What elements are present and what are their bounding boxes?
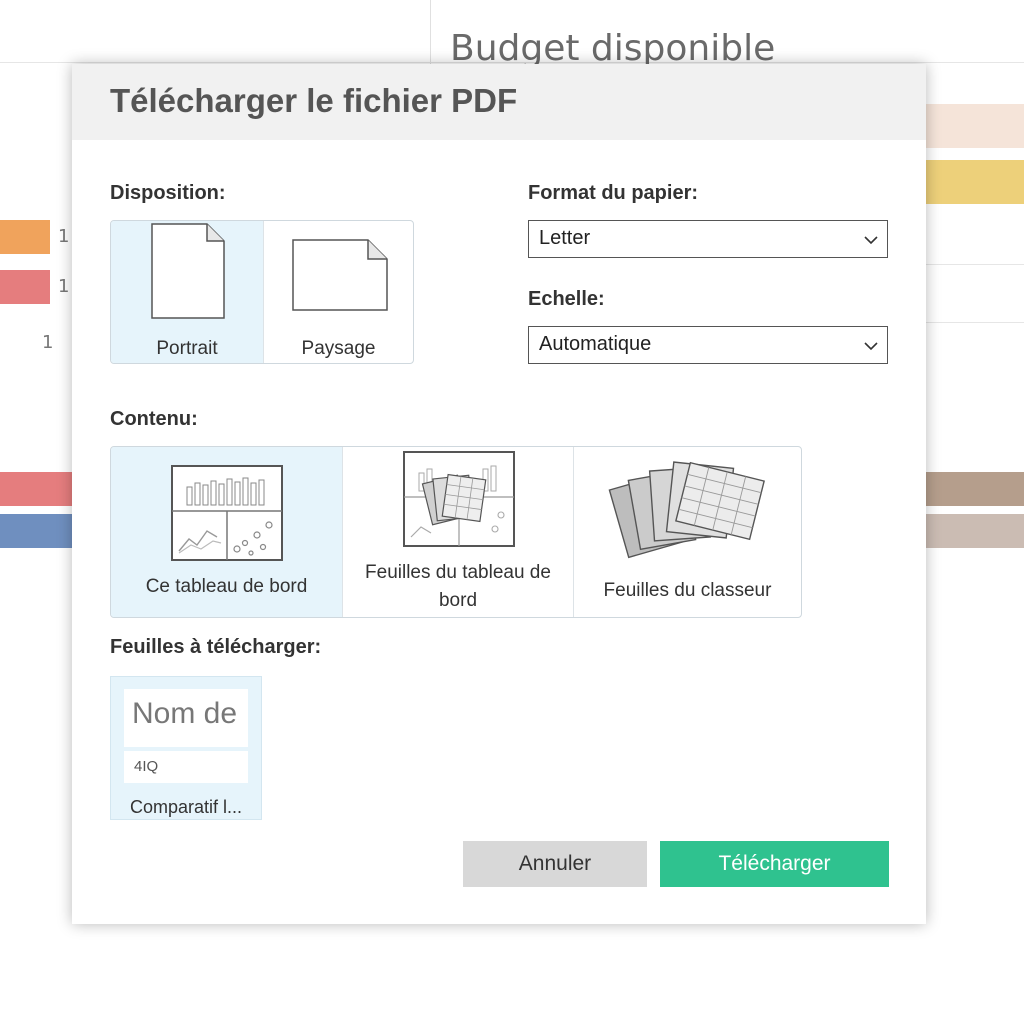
- sheet-thumbnail[interactable]: Nom de 4IQ Comparatif l...: [110, 676, 262, 820]
- bg-bar-brown: [926, 472, 1024, 506]
- dashboard-sheets-icon: [403, 451, 515, 547]
- sheet-preview-subtitle: 4IQ: [134, 758, 159, 775]
- bg-divider-vertical: [430, 0, 431, 64]
- bg-bar-red: [0, 270, 50, 304]
- sheets-to-download-label: Feuilles à télécharger:: [110, 636, 322, 658]
- landscape-page-icon: [292, 239, 388, 311]
- chevron-down-icon: [864, 236, 878, 245]
- sheet-thumbnail-caption: Comparatif l...: [129, 797, 243, 817]
- scale-label: Echelle:: [528, 288, 605, 310]
- bg-row-number: 1: [58, 276, 70, 297]
- layout-option-portrait[interactable]: Portrait: [111, 221, 263, 363]
- content-option-dashboard-sheets-label-1: Feuilles du tableau de: [365, 562, 551, 583]
- pdf-download-dialog: Télécharger le fichier PDF Disposition: …: [72, 64, 926, 924]
- sheet-preview-title: Nom de: [132, 697, 238, 730]
- layout-options: Portrait Paysage: [110, 220, 414, 364]
- download-button[interactable]: Télécharger: [660, 841, 889, 887]
- content-label: Contenu:: [110, 408, 198, 430]
- scale-value: Automatique: [539, 333, 652, 355]
- layout-option-landscape-label: Paysage: [301, 338, 376, 359]
- chevron-down-icon: [864, 342, 878, 351]
- layout-label: Disposition:: [110, 182, 226, 204]
- portrait-page-icon: [151, 223, 225, 319]
- paper-size-value: Letter: [539, 227, 591, 249]
- sheet-thumbnail-preview-bottom: 4IQ: [124, 751, 248, 783]
- paper-size-label: Format du papier:: [528, 182, 699, 204]
- content-option-dashboard-sheets-label-2: bord: [438, 590, 478, 611]
- scale-select[interactable]: Automatique: [528, 326, 888, 364]
- content-option-this-dashboard-label: Ce tableau de bord: [145, 576, 308, 597]
- content-option-dashboard-sheets[interactable]: Feuilles du tableau de bord: [342, 447, 573, 617]
- bg-bar-taupe: [926, 514, 1024, 548]
- layout-option-landscape[interactable]: Paysage: [263, 221, 413, 363]
- sheet-thumbnail-preview-top: Nom de: [124, 689, 248, 747]
- workbook-sheets-icon: [608, 461, 765, 559]
- bg-row-line: [920, 322, 1024, 323]
- bg-bar-blue-wide: [0, 514, 72, 548]
- bg-bar-peach: [920, 104, 1024, 148]
- bg-row-number: 1: [58, 226, 70, 247]
- content-option-this-dashboard[interactable]: Ce tableau de bord: [111, 447, 342, 617]
- dialog-title: Télécharger le fichier PDF: [110, 82, 518, 119]
- bg-row-line: [920, 264, 1024, 265]
- bg-chart-title: Budget disponible: [450, 28, 776, 69]
- dashboard-icon: [171, 465, 283, 561]
- bg-bar-gold: [920, 160, 1024, 204]
- bg-row-number: 1: [42, 332, 54, 353]
- content-options: Ce tableau de bord Feuilles du tableau d…: [110, 446, 802, 618]
- cancel-button[interactable]: Annuler: [463, 841, 647, 887]
- dialog-header: Télécharger le fichier PDF: [72, 64, 926, 140]
- layout-option-portrait-label: Portrait: [156, 338, 218, 359]
- paper-size-select[interactable]: Letter: [528, 220, 888, 258]
- bg-bar-red-wide: [0, 472, 72, 506]
- bg-bar-orange: [0, 220, 50, 254]
- content-option-workbook-sheets[interactable]: Feuilles du classeur: [573, 447, 801, 617]
- content-option-workbook-sheets-label: Feuilles du classeur: [603, 580, 772, 601]
